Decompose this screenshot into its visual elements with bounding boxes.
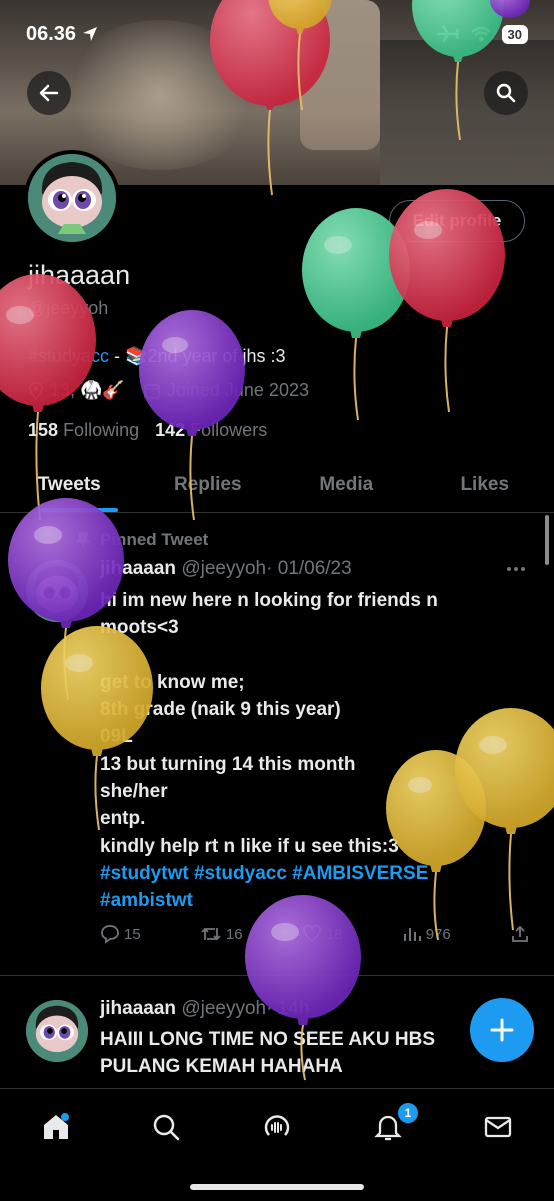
home-icon	[40, 1111, 72, 1143]
tweet-header: jihaaaan @jeeyyoh· 14h	[100, 998, 309, 1020]
nav-spaces[interactable]	[257, 1107, 297, 1147]
tweet-line: hi im new here n looking for friends n	[100, 587, 520, 614]
notifications-badge: 1	[396, 1101, 420, 1125]
like-count: 18	[326, 926, 343, 943]
status-bar: 06.36 30	[26, 20, 528, 48]
reply-button[interactable]: 15	[100, 924, 141, 944]
following-label: Following	[63, 420, 139, 440]
calendar-icon	[143, 382, 161, 400]
back-button[interactable]	[27, 71, 71, 115]
tweet-line: kindly help rt n like if u see this:3	[100, 833, 520, 860]
buttercup-avatar-icon	[26, 560, 88, 622]
tweet-date: · 01/06/23	[266, 558, 352, 579]
following-link[interactable]: 158 Following	[28, 420, 139, 441]
balloon-green	[302, 208, 410, 420]
tweet-author-name[interactable]: jihaaaan	[100, 558, 176, 579]
tweet-hashtags[interactable]: #ambistwt	[100, 887, 520, 914]
profile-bio: #studyacc - 📚2nd year of jhs :3	[28, 346, 286, 367]
bio-text: - 📚2nd year of jhs :3	[109, 346, 286, 366]
tweet-time: · 14h	[266, 998, 309, 1019]
heart-icon	[302, 924, 322, 944]
compose-tweet-button[interactable]	[470, 998, 534, 1062]
profile-meta: 13, 🥋🎸 Joined June 2023	[28, 380, 309, 401]
buttercup-avatar-icon	[28, 154, 116, 242]
nav-messages[interactable]	[478, 1107, 518, 1147]
tab-likes[interactable]: Likes	[416, 458, 554, 512]
tweet-author-handle: @jeeyyoh	[181, 558, 266, 579]
buttercup-avatar-icon	[26, 1000, 88, 1062]
tweet-line: 8th grade (naik 9 this year)	[100, 696, 520, 723]
back-arrow-icon	[39, 83, 59, 103]
tweet-avatar[interactable]	[26, 560, 88, 622]
like-button[interactable]: 18	[302, 924, 343, 944]
tweet-divider	[0, 975, 554, 976]
tab-media[interactable]: Media	[277, 458, 416, 512]
tweet-actions: 15 16 18 976	[100, 924, 530, 944]
home-indicator[interactable]	[190, 1184, 364, 1190]
search-button[interactable]	[484, 71, 528, 115]
reply-count: 15	[124, 926, 141, 943]
profile-name: jihaaaan	[28, 260, 130, 291]
location-icon	[28, 382, 44, 400]
nav-explore[interactable]	[146, 1107, 186, 1147]
status-time: 06.36	[26, 23, 76, 46]
tweet-line: PULANG KEMAH HAHAHA	[100, 1053, 435, 1080]
mail-icon	[483, 1112, 513, 1142]
tweet-line: get to know me;	[100, 669, 520, 696]
explore-icon	[151, 1112, 181, 1142]
views-count: 976	[426, 926, 451, 943]
more-icon[interactable]	[506, 566, 526, 572]
nav-notifications[interactable]: 1	[368, 1107, 408, 1147]
profile-tabs: Tweets Replies Media Likes	[0, 458, 554, 513]
tweet-text: HAIII LONG TIME NO SEEE AKU HBS PULANG K…	[100, 1026, 435, 1080]
retweet-count: 16	[226, 926, 243, 943]
tweet-text: hi im new here n looking for friends n m…	[100, 587, 520, 915]
share-icon	[510, 924, 530, 944]
pin-icon	[76, 532, 90, 548]
search-icon	[496, 83, 516, 103]
pinned-label: Pinned Tweet	[100, 530, 208, 550]
bio-hashtag-link[interactable]: #studyacc	[28, 346, 109, 366]
tweet-line: 09L	[100, 723, 520, 750]
spaces-icon	[261, 1111, 293, 1143]
tweet-line: she/her	[100, 778, 520, 805]
tweet-hashtags[interactable]: #studytwt #studyacc #AMBISVERSE	[100, 860, 520, 887]
airplane-icon	[436, 24, 460, 44]
retweet-icon	[200, 924, 222, 944]
followers-link[interactable]: 142 Followers	[155, 420, 267, 441]
battery-indicator: 30	[502, 25, 528, 44]
views-icon	[402, 924, 422, 944]
nav-home[interactable]	[36, 1107, 76, 1147]
tweet-line: 13 but turning 14 this month	[100, 751, 520, 778]
edit-profile-button[interactable]: Edit profile	[389, 200, 525, 242]
banner-photo-background	[380, 40, 554, 185]
reply-icon	[100, 924, 120, 944]
tweet-author-handle: @jeeyyoh	[181, 998, 266, 1019]
tweet-avatar[interactable]	[26, 1000, 88, 1062]
tweet-author-name[interactable]: jihaaaan	[100, 998, 176, 1019]
avatar	[28, 154, 116, 242]
profile-location: 13, 🥋🎸	[50, 380, 125, 401]
plus-icon	[489, 1017, 515, 1043]
followers-count: 142	[155, 420, 185, 440]
following-count: 158	[28, 420, 58, 440]
tweet-line: moots<3	[100, 614, 520, 641]
wifi-icon	[470, 25, 492, 43]
profile-handle: @jeeyyoh	[28, 298, 108, 319]
tweet-line: HAIII LONG TIME NO SEEE AKU HBS	[100, 1026, 435, 1053]
tab-replies[interactable]: Replies	[139, 458, 278, 512]
followers-label: Followers	[190, 420, 267, 440]
share-button[interactable]	[510, 924, 530, 944]
retweet-button[interactable]: 16	[200, 924, 243, 944]
tweet-line: entp.	[100, 805, 520, 832]
tweet-header: jihaaaan @jeeyyoh· 01/06/23	[100, 558, 352, 580]
profile-avatar[interactable]	[24, 150, 120, 246]
follow-counts: 158 Following 142 Followers	[28, 420, 267, 441]
tweet-line	[100, 642, 520, 669]
scrollbar[interactable]	[545, 515, 549, 565]
tab-tweets[interactable]: Tweets	[0, 458, 139, 512]
views-button[interactable]: 976	[402, 924, 451, 944]
profile-joined: Joined June 2023	[167, 380, 309, 401]
location-arrow-icon	[82, 26, 98, 42]
